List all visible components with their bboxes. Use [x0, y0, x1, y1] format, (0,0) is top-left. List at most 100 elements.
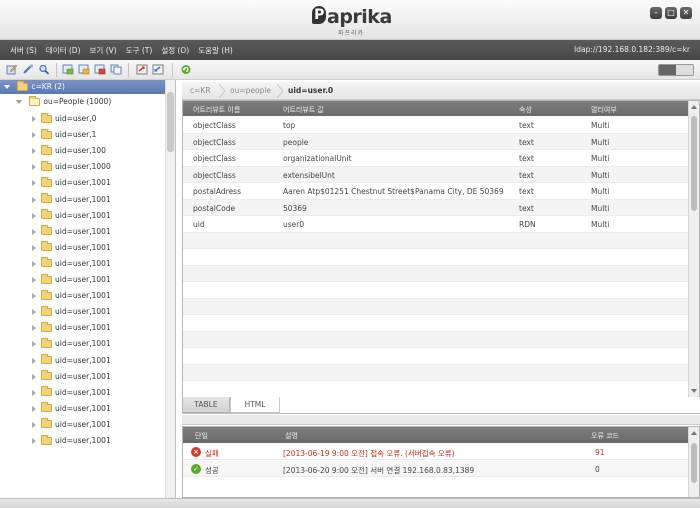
- breadcrumb-item[interactable]: c=KR: [190, 86, 211, 95]
- table-scrollbar[interactable]: [688, 101, 699, 397]
- tree-node-user[interactable]: uid=user,1000: [32, 160, 111, 174]
- maximize-button[interactable]: □: [665, 7, 677, 19]
- expand-arrow-icon[interactable]: [32, 277, 36, 283]
- panel-splitter[interactable]: [182, 415, 700, 425]
- tree-node-user[interactable]: uid=user,1001: [32, 257, 111, 271]
- connect-icon[interactable]: [22, 64, 34, 75]
- column-header[interactable]: 멀티여부: [591, 105, 617, 115]
- expand-arrow-icon[interactable]: [4, 85, 10, 89]
- view-toggle[interactable]: [658, 64, 694, 76]
- menu-help[interactable]: 도움말 (H): [198, 45, 233, 56]
- tree-node-user[interactable]: uid=user,1001: [32, 193, 111, 207]
- tab-html[interactable]: HTML: [230, 397, 280, 413]
- tree-node-user[interactable]: uid=user,1001: [32, 370, 111, 384]
- tree-node-user[interactable]: uid=user,1001: [32, 434, 111, 448]
- expand-arrow-icon[interactable]: [32, 325, 36, 332]
- folder-icon: [41, 337, 52, 348]
- tree-scrollbar-thumb[interactable]: [167, 92, 174, 152]
- tree-node-user[interactable]: uid=user,1001: [32, 225, 111, 239]
- table-row[interactable]: objectClass extensibelUnt text Multi: [183, 166, 689, 183]
- delete-entry-icon[interactable]: [94, 64, 106, 75]
- menu-settings[interactable]: 설정 (O): [161, 45, 189, 56]
- column-header[interactable]: 어트리뷰트 값: [283, 105, 324, 115]
- expand-arrow-icon[interactable]: [32, 132, 36, 139]
- tab-table[interactable]: TABLE: [182, 397, 230, 413]
- table-row[interactable]: objectClass organizationalUnit text Multi: [183, 150, 689, 167]
- scrollbar-thumb[interactable]: [691, 443, 697, 483]
- expand-arrow-icon[interactable]: [32, 212, 36, 219]
- expand-arrow-icon[interactable]: [32, 357, 36, 364]
- tree-node-user[interactable]: uid=user,1001: [32, 354, 111, 368]
- log-row[interactable]: ✓ 성공 [2013-06-20 9:00 오전] 서버 연결 192.168.…: [183, 461, 689, 477]
- column-header[interactable]: 오류 코드: [591, 431, 619, 441]
- tree-node-people[interactable]: ou=People (1000): [16, 95, 111, 109]
- table-row[interactable]: uid user0 RDN Multi: [183, 216, 689, 233]
- log-scrollbar[interactable]: [688, 427, 699, 497]
- edit-icon[interactable]: [6, 64, 18, 75]
- edit-entry-icon[interactable]: [78, 64, 90, 75]
- table-row[interactable]: postalCode 50369 text Multi: [183, 199, 689, 216]
- expand-arrow-icon[interactable]: [32, 260, 36, 267]
- expand-arrow-icon[interactable]: [32, 309, 36, 316]
- column-header[interactable]: 어트리뷰트 이름: [193, 105, 240, 115]
- refresh-icon[interactable]: [180, 64, 192, 75]
- expand-arrow-icon[interactable]: [32, 341, 36, 348]
- expand-arrow-icon[interactable]: [32, 438, 36, 444]
- menu-view[interactable]: 보기 (V): [90, 45, 117, 56]
- export-icon[interactable]: [136, 64, 148, 75]
- tree-node-user[interactable]: uid=user,1001: [32, 402, 111, 416]
- scroll-up-icon[interactable]: [691, 105, 697, 109]
- tree-node-user[interactable]: uid=user,1001: [32, 289, 111, 303]
- tree-scrollbar[interactable]: [165, 80, 175, 498]
- expand-arrow-icon[interactable]: [32, 405, 36, 412]
- tree-node-user[interactable]: uid=user,1: [32, 128, 96, 142]
- expand-arrow-icon[interactable]: [32, 148, 36, 155]
- tree-node-user[interactable]: uid=user,1001: [32, 386, 111, 400]
- tree-root-node[interactable]: c=KR (2): [0, 80, 165, 94]
- scroll-down-icon[interactable]: [691, 389, 697, 393]
- table-view-icon[interactable]: [659, 65, 676, 75]
- menu-tools[interactable]: 도구 (T): [126, 45, 153, 56]
- minimize-button[interactable]: –: [650, 7, 662, 19]
- table-row[interactable]: postalAdress Aaren Atp$01251 Chestnut Str…: [183, 183, 689, 200]
- tree-node-user[interactable]: uid=user,1001: [32, 176, 111, 190]
- tree-node-user[interactable]: uid=user,1001: [32, 209, 111, 223]
- tree-node-user[interactable]: uid=user,1001: [32, 337, 111, 351]
- tree-node-user[interactable]: uid=user,1001: [32, 321, 111, 335]
- expand-arrow-icon[interactable]: [32, 293, 36, 300]
- search-icon[interactable]: [38, 64, 50, 75]
- tree-node-user[interactable]: uid=user,1001: [32, 273, 111, 287]
- column-header[interactable]: 단일: [195, 431, 208, 441]
- import-icon[interactable]: [152, 64, 164, 75]
- menu-data[interactable]: 데이터 (D): [46, 45, 81, 56]
- table-row[interactable]: objectClass people text Multi: [183, 133, 689, 150]
- scroll-up-icon[interactable]: [691, 431, 697, 435]
- expand-arrow-icon[interactable]: [32, 164, 36, 171]
- copy-entry-icon[interactable]: [110, 64, 122, 75]
- expand-arrow-icon[interactable]: [32, 373, 36, 380]
- list-view-icon[interactable]: [676, 65, 693, 75]
- tree-node-user[interactable]: uid=user,1001: [32, 305, 111, 319]
- expand-arrow-icon[interactable]: [32, 116, 36, 122]
- column-header[interactable]: 속성: [519, 105, 532, 115]
- table-row[interactable]: objectClass top text Multi: [183, 117, 689, 134]
- close-button[interactable]: ✕: [680, 7, 692, 19]
- tree-node-user[interactable]: uid=user,1001: [32, 418, 111, 432]
- add-entry-icon[interactable]: [62, 64, 74, 75]
- expand-arrow-icon[interactable]: [16, 100, 22, 104]
- log-error-code: 0: [595, 465, 600, 474]
- tree-node-user[interactable]: uid=user,1001: [32, 241, 111, 255]
- scrollbar-thumb[interactable]: [691, 116, 697, 211]
- expand-arrow-icon[interactable]: [32, 389, 36, 396]
- expand-arrow-icon[interactable]: [32, 180, 36, 187]
- breadcrumb-item[interactable]: ou=people: [230, 86, 271, 95]
- expand-arrow-icon[interactable]: [32, 244, 36, 251]
- menu-server[interactable]: 서버 (S): [10, 45, 37, 56]
- tree-node-user[interactable]: uid=user,100: [32, 144, 106, 158]
- column-header[interactable]: 설명: [285, 431, 298, 441]
- expand-arrow-icon[interactable]: [32, 196, 36, 203]
- log-row[interactable]: × 실패 [2013-06-19 9:00 오전] 접속 오류. (서버접속 오…: [183, 444, 689, 460]
- tree-node-user[interactable]: uid=user,0: [32, 112, 96, 126]
- expand-arrow-icon[interactable]: [32, 421, 36, 428]
- expand-arrow-icon[interactable]: [32, 228, 36, 235]
